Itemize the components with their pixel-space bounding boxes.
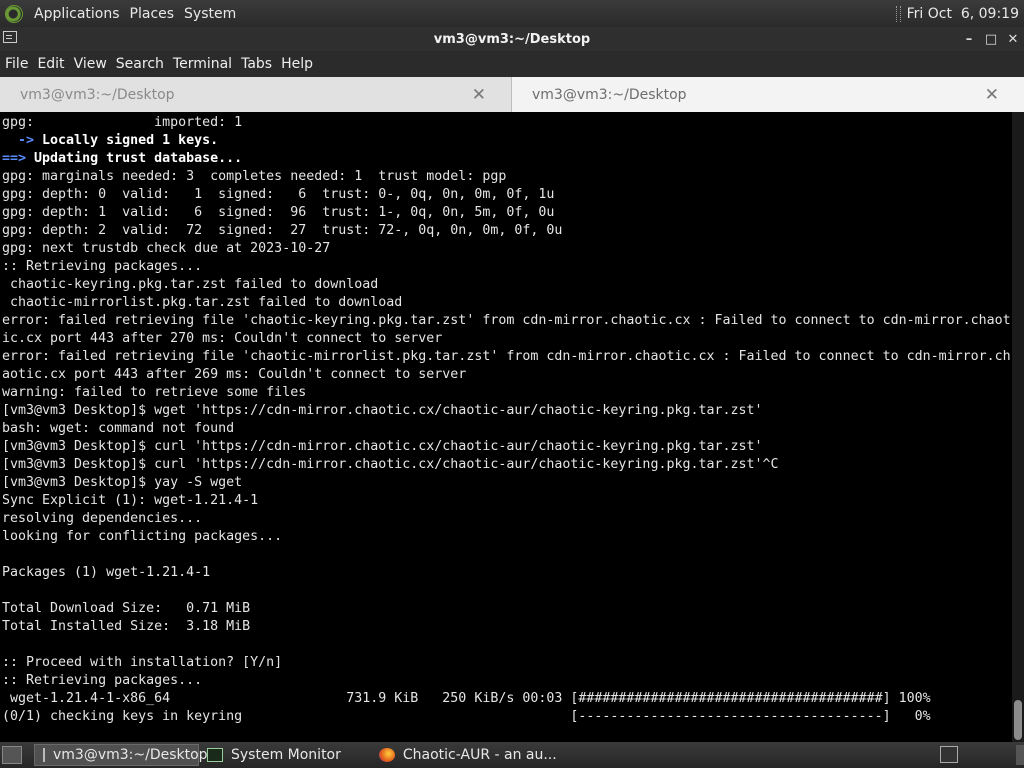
close-button[interactable]: ✕ xyxy=(1006,32,1020,47)
taskbar-task-firefox[interactable]: Chaotic-AUR - an au... xyxy=(371,744,565,766)
menu-terminal[interactable]: Terminal xyxy=(168,56,236,72)
terminal-line: Total Installed Size: 3.18 MiB xyxy=(2,619,251,634)
menu-search[interactable]: Search xyxy=(111,56,168,72)
places-menu[interactable]: Places xyxy=(125,6,180,22)
maximize-button[interactable]: □ xyxy=(984,32,998,47)
terminal-line: [vm3@vm3 Desktop]$ curl 'https://cdn-mir… xyxy=(2,457,779,472)
terminal-line: [vm3@vm3 Desktop]$ yay -S wget xyxy=(2,475,243,490)
terminal-line: chaotic-mirrorlist.pkg.tar.zst failed to… xyxy=(2,295,403,310)
menu-file[interactable]: File xyxy=(0,56,32,72)
terminal-line: gpg: depth: 2 valid: 72 signed: 27 trust… xyxy=(2,223,563,238)
terminal-line: (0/1) checking keys in keyring [--------… xyxy=(2,709,931,724)
terminal-line: gpg: marginals needed: 3 completes neede… xyxy=(2,169,507,184)
tray-terminal-icon[interactable] xyxy=(940,746,958,763)
bold-message: Locally signed 1 keys. xyxy=(34,133,219,148)
terminal-line: ==> Updating trust database... xyxy=(0,150,1012,168)
terminal-line: :: Proceed with installation? [Y/n] xyxy=(2,655,283,670)
terminal-scrollbar[interactable] xyxy=(1012,112,1024,742)
terminal-line: bash: wget: command not found xyxy=(2,421,235,436)
terminal-line: -> Locally signed 1 keys. xyxy=(0,132,1012,150)
menu-tabs[interactable]: Tabs xyxy=(236,56,276,72)
header-marker: ==> xyxy=(2,151,27,166)
terminal-line: [vm3@vm3 Desktop]$ curl 'https://cdn-mir… xyxy=(2,439,763,454)
panel-handle-icon[interactable] xyxy=(895,5,901,22)
tab-2[interactable]: vm3@vm3:~/Desktop ✕ xyxy=(512,77,1024,112)
taskbar-task-terminal[interactable]: vm3@vm3:~/Desktop xyxy=(34,744,208,766)
terminal-line: gpg: depth: 1 valid: 6 signed: 96 trust:… xyxy=(2,205,555,220)
top-panel: Applications Places System Fri Oct 6, 09… xyxy=(0,0,1024,27)
window-titlebar[interactable]: vm3@vm3:~/Desktop – □ ✕ xyxy=(0,27,1024,51)
terminal-line: Total Download Size: 0.71 MiB xyxy=(2,601,251,616)
taskbar-task-system-monitor[interactable]: System Monitor xyxy=(199,744,349,766)
terminal-line: wget-1.21.4-1-x86_64 731.9 KiB 250 KiB/s… xyxy=(2,691,931,706)
terminal-line: [vm3@vm3 Desktop]$ wget 'https://cdn-mir… xyxy=(2,403,763,418)
terminal-line: Packages (1) wget-1.21.4-1 xyxy=(2,565,211,580)
taskbar-task-label: vm3@vm3:~/Desktop xyxy=(53,747,208,763)
tab-2-close-icon[interactable]: ✕ xyxy=(985,85,999,105)
menu-view[interactable]: View xyxy=(69,56,111,72)
tab-bar: vm3@vm3:~/Desktop ✕ vm3@vm3:~/Desktop ✕ xyxy=(0,77,1024,112)
terminal-line: Sync Explicit (1): wget-1.21.4-1 xyxy=(2,493,259,508)
show-desktop-icon[interactable] xyxy=(2,746,22,764)
scrollbar-thumb[interactable] xyxy=(1014,700,1022,740)
system-monitor-icon xyxy=(207,748,223,762)
window-menu-icon[interactable] xyxy=(3,31,17,43)
tab-1-close-icon[interactable]: ✕ xyxy=(472,85,486,105)
terminal-menubar: File Edit View Search Terminal Tabs Help xyxy=(0,51,1024,77)
applications-menu[interactable]: Applications xyxy=(29,6,125,22)
taskbar-task-label: Chaotic-AUR - an au... xyxy=(402,747,557,763)
clock[interactable]: Fri Oct 6, 09:19 xyxy=(907,6,1019,22)
menu-help[interactable]: Help xyxy=(276,56,317,72)
arrow-marker: -> xyxy=(2,133,35,148)
firefox-icon xyxy=(378,748,395,762)
terminal-line: :: Retrieving packages... xyxy=(2,259,203,274)
minimize-button[interactable]: – xyxy=(962,32,976,47)
window-controls: – □ ✕ xyxy=(962,27,1020,51)
terminal-line: gpg: imported: 1 xyxy=(2,115,243,130)
terminal-line: gpg: next trustdb check due at 2023-10-2… xyxy=(2,241,331,256)
taskbar-task-label: System Monitor xyxy=(231,747,341,763)
terminal-line: error: failed retrieving file 'chaotic-k… xyxy=(2,313,1011,328)
terminal-output[interactable]: gpg: imported: 1 -> Locally signed 1 key… xyxy=(0,112,1012,742)
terminal-line: chaotic-keyring.pkg.tar.zst failed to do… xyxy=(2,277,379,292)
bottom-taskbar: vm3@vm3:~/Desktop System Monitor Chaotic… xyxy=(0,742,1024,768)
clock-area: Fri Oct 6, 09:19 xyxy=(895,0,1019,27)
tab-2-label: vm3@vm3:~/Desktop xyxy=(532,86,687,103)
distro-logo-icon[interactable] xyxy=(5,4,23,23)
bold-message: Updating trust database... xyxy=(26,151,243,166)
window-title: vm3@vm3:~/Desktop xyxy=(433,31,591,47)
system-menu[interactable]: System xyxy=(179,6,241,22)
menu-edit[interactable]: Edit xyxy=(32,56,68,72)
terminal-line: looking for conflicting packages... xyxy=(2,529,283,544)
terminal-line: warning: failed to retrieve some files xyxy=(2,385,307,400)
tray-handle[interactable] xyxy=(1016,745,1024,765)
terminal-line: :: Retrieving packages... xyxy=(2,673,203,688)
terminal-line: resolving dependencies... xyxy=(2,511,203,526)
terminal-line: ic.cx port 443 after 270 ms: Couldn't co… xyxy=(2,331,443,346)
terminal-line: aotic.cx port 443 after 269 ms: Couldn't… xyxy=(2,367,467,382)
terminal-icon xyxy=(43,748,45,762)
terminal-line: gpg: depth: 0 valid: 1 signed: 6 trust: … xyxy=(2,187,555,202)
terminal-line: error: failed retrieving file 'chaotic-m… xyxy=(2,349,1011,364)
tab-1[interactable]: vm3@vm3:~/Desktop ✕ xyxy=(0,77,512,112)
panel-menus: Applications Places System xyxy=(29,6,241,22)
tab-1-label: vm3@vm3:~/Desktop xyxy=(20,86,175,103)
